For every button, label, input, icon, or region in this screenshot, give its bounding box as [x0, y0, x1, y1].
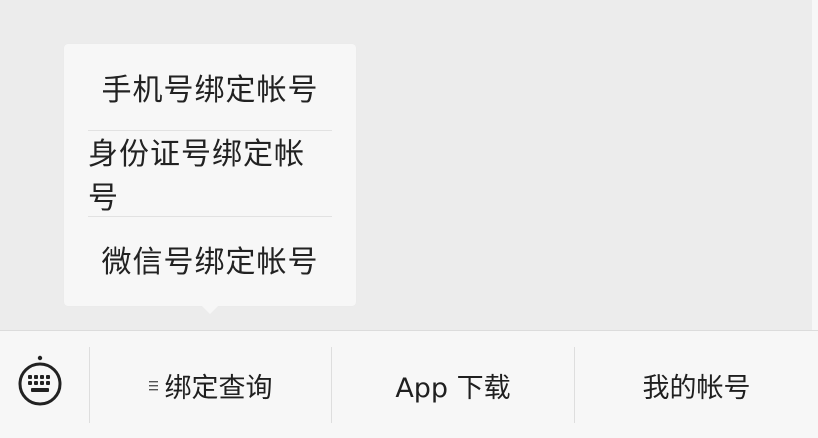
menu-button-my-account[interactable]: 我的帐号	[575, 331, 818, 438]
submenu-item-label: 微信号绑定帐号	[101, 245, 319, 280]
chat-screen: 手机号绑定帐号 身份证号绑定帐号 微信号绑定帐号 绑定查询 App 下载 我的帐…	[0, 0, 818, 438]
menu-button-label: 我的帐号	[642, 372, 751, 404]
bottom-menu-bar: 绑定查询 App 下载 我的帐号	[0, 330, 818, 438]
submenu-popup: 手机号绑定帐号 身份证号绑定帐号 微信号绑定帐号	[64, 44, 356, 306]
submenu-item-phone-bind[interactable]: 手机号绑定帐号	[88, 44, 332, 130]
popup-pointer	[200, 304, 220, 314]
submenu-item-wechat-bind[interactable]: 微信号绑定帐号	[88, 216, 332, 302]
menu-button-label: App 下载	[395, 372, 511, 404]
keyboard-toggle-button[interactable]	[12, 353, 68, 409]
list-icon	[148, 381, 158, 391]
menu-button-bind-query[interactable]: 绑定查询	[90, 331, 331, 438]
keyboard-icon	[18, 355, 62, 406]
menu-button-app-download[interactable]: App 下载	[332, 331, 574, 438]
submenu-item-label: 身份证号绑定帐号	[88, 137, 305, 216]
menu-button-label: 绑定查询	[164, 372, 273, 404]
submenu-item-label: 手机号绑定帐号	[101, 73, 319, 108]
submenu-item-idcard-bind[interactable]: 身份证号绑定帐号	[88, 130, 332, 216]
